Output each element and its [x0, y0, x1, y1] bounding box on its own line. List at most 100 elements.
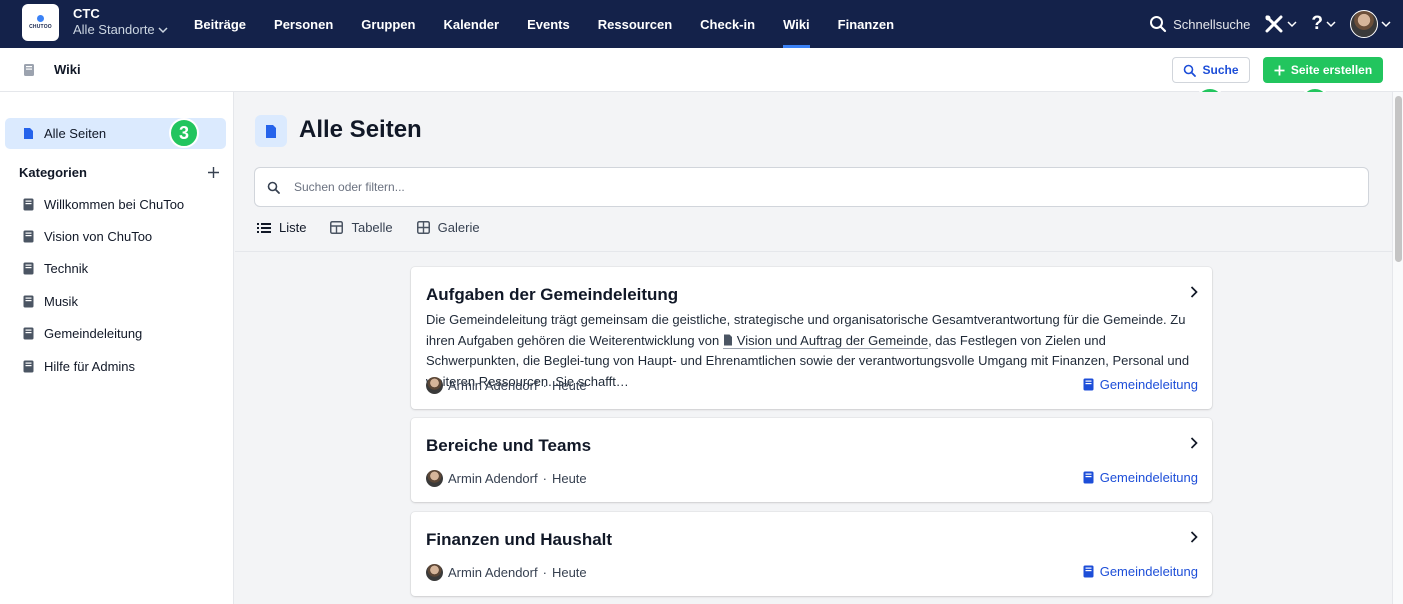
scrollbar[interactable] — [1392, 92, 1403, 604]
category-label: Gemeindeleitung — [1099, 377, 1198, 392]
search-button[interactable]: Suche — [1172, 57, 1250, 83]
chevron-right-icon — [1190, 437, 1198, 449]
logo-text: CHUTOO — [29, 24, 52, 30]
author-avatar — [426, 564, 443, 581]
sidebar: Alle Seiten 3 Kategorien Willkommen bei … — [0, 92, 234, 604]
author-name: Armin Adendorf — [448, 565, 538, 580]
book-icon — [23, 295, 34, 308]
annotation-badge-3: 3 — [169, 118, 199, 148]
card-date: Heute — [551, 471, 587, 486]
card-title: Finanzen und Haushalt — [426, 530, 613, 549]
tools-icon — [1265, 15, 1283, 33]
author-name: Armin Adendorf — [448, 378, 538, 393]
wiki-page-card[interactable]: Bereiche und Teams Armin Adendorf · Heut… — [411, 418, 1212, 502]
book-icon — [1083, 565, 1094, 578]
page-icon — [266, 124, 276, 138]
sidebar-item-label: Alle Seiten — [44, 126, 107, 141]
tab-list[interactable]: Liste — [257, 220, 306, 235]
sidebar-item-category[interactable]: Musik — [23, 285, 184, 317]
meta-separator: · — [542, 565, 547, 580]
author-avatar — [426, 470, 443, 487]
nav-kalender[interactable]: Kalender — [429, 0, 513, 48]
help-menu[interactable]: ? — [1311, 13, 1336, 35]
categories-header: Kategorien — [19, 165, 220, 180]
quick-search[interactable]: Schnellsuche — [1149, 15, 1250, 33]
author-name: Armin Adendorf — [448, 471, 538, 486]
book-icon — [1083, 378, 1094, 391]
sidebar-item-category[interactable]: Hilfe für Admins — [23, 350, 184, 382]
tab-gallery[interactable]: Galerie — [416, 220, 480, 235]
sidebar-item-category[interactable]: Willkommen bei ChuToo — [23, 188, 184, 220]
category-label: Willkommen bei ChuToo — [44, 196, 185, 212]
chevron-right-icon — [1190, 286, 1198, 298]
chevron-down-icon — [158, 27, 168, 34]
main-header: Alle Seiten Liste Tabelle Galerie — [235, 92, 1392, 252]
tools-menu[interactable] — [1264, 14, 1297, 34]
tab-label: Liste — [279, 220, 307, 235]
list-icon — [257, 222, 271, 233]
search-icon — [267, 181, 280, 194]
nav-right: Schnellsuche ? — [1149, 0, 1391, 48]
author-avatar — [426, 377, 443, 394]
quick-search-label: Schnellsuche — [1173, 16, 1251, 32]
scrollbar-thumb[interactable] — [1395, 96, 1402, 262]
book-icon — [23, 360, 34, 373]
wiki-subbar: Wiki Suche Seite erstellen — [0, 48, 1403, 92]
sidebar-item-category[interactable]: Gemeindeleitung — [23, 318, 184, 350]
help-icon: ? — [1311, 13, 1323, 34]
tab-label: Tabelle — [351, 220, 393, 235]
book-icon — [23, 230, 34, 243]
book-icon — [24, 64, 34, 76]
search-icon — [1184, 64, 1197, 77]
category-label: Gemeindeleitung — [44, 326, 143, 342]
page-icon-tile — [255, 115, 287, 147]
wiki-page-card[interactable]: Finanzen und Haushalt Armin Adendorf · H… — [411, 512, 1212, 596]
inline-link-label: Vision und Auftrag der Gemeinde — [736, 332, 929, 348]
card-title: Bereiche und Teams — [426, 436, 592, 455]
org-switcher[interactable]: CTC Alle Standorte — [73, 6, 168, 38]
page-title: Alle Seiten — [299, 116, 422, 143]
page-icon — [723, 334, 732, 345]
add-category-icon[interactable] — [207, 166, 220, 179]
nav-wiki[interactable]: Wiki — [769, 0, 824, 48]
book-icon — [23, 262, 34, 275]
nav-personen[interactable]: Personen — [260, 0, 347, 48]
nav-finanzen[interactable]: Finanzen — [824, 0, 908, 48]
wiki-page-card[interactable]: Aufgaben der Gemeindeleitung Die Gemeind… — [411, 267, 1212, 409]
card-meta: Armin Adendorf · Heute — [426, 564, 587, 581]
inline-page-link[interactable]: Vision und Auftrag der Gemeinde — [722, 332, 929, 349]
card-category[interactable]: Gemeindeleitung — [1083, 470, 1198, 485]
nav-events[interactable]: Events — [513, 0, 584, 48]
location-select[interactable]: Alle Standorte — [73, 22, 168, 38]
search-icon — [1150, 16, 1167, 33]
tab-label: Galerie — [437, 220, 480, 235]
nav-beitraege[interactable]: Beiträge — [180, 0, 260, 48]
card-category[interactable]: Gemeindeleitung — [1083, 564, 1198, 579]
gallery-icon — [416, 221, 430, 234]
category-label: Hilfe für Admins — [44, 358, 136, 374]
category-label: Vision von ChuToo — [44, 229, 153, 245]
filter-bar[interactable] — [254, 167, 1369, 207]
user-menu[interactable] — [1350, 10, 1391, 38]
nav-gruppen[interactable]: Gruppen — [347, 0, 429, 48]
nav-check-in[interactable]: Check-in — [686, 0, 769, 48]
card-title: Aufgaben der Gemeindeleitung — [426, 285, 679, 304]
nav-ressourcen[interactable]: Ressourcen — [584, 0, 686, 48]
tab-table[interactable]: Tabelle — [330, 220, 393, 235]
page-icon — [24, 128, 33, 139]
location-label: Alle Standorte — [73, 22, 155, 37]
meta-separator: · — [542, 378, 547, 393]
book-icon — [23, 327, 34, 340]
sidebar-item-category[interactable]: Technik — [23, 253, 184, 285]
card-category[interactable]: Gemeindeleitung — [1083, 377, 1198, 392]
org-name: CTC — [73, 6, 100, 21]
chutoo-logo[interactable]: CHUTOO — [22, 4, 59, 41]
sidebar-item-category[interactable]: Vision von ChuToo — [23, 220, 184, 252]
categories-heading: Kategorien — [19, 165, 87, 180]
card-meta: Armin Adendorf · Heute — [426, 470, 587, 487]
category-label: Technik — [44, 261, 89, 277]
chevron-down-icon — [1287, 21, 1297, 28]
filter-input[interactable] — [294, 180, 1194, 194]
create-page-button[interactable]: Seite erstellen — [1263, 57, 1383, 83]
avatar — [1350, 10, 1378, 38]
